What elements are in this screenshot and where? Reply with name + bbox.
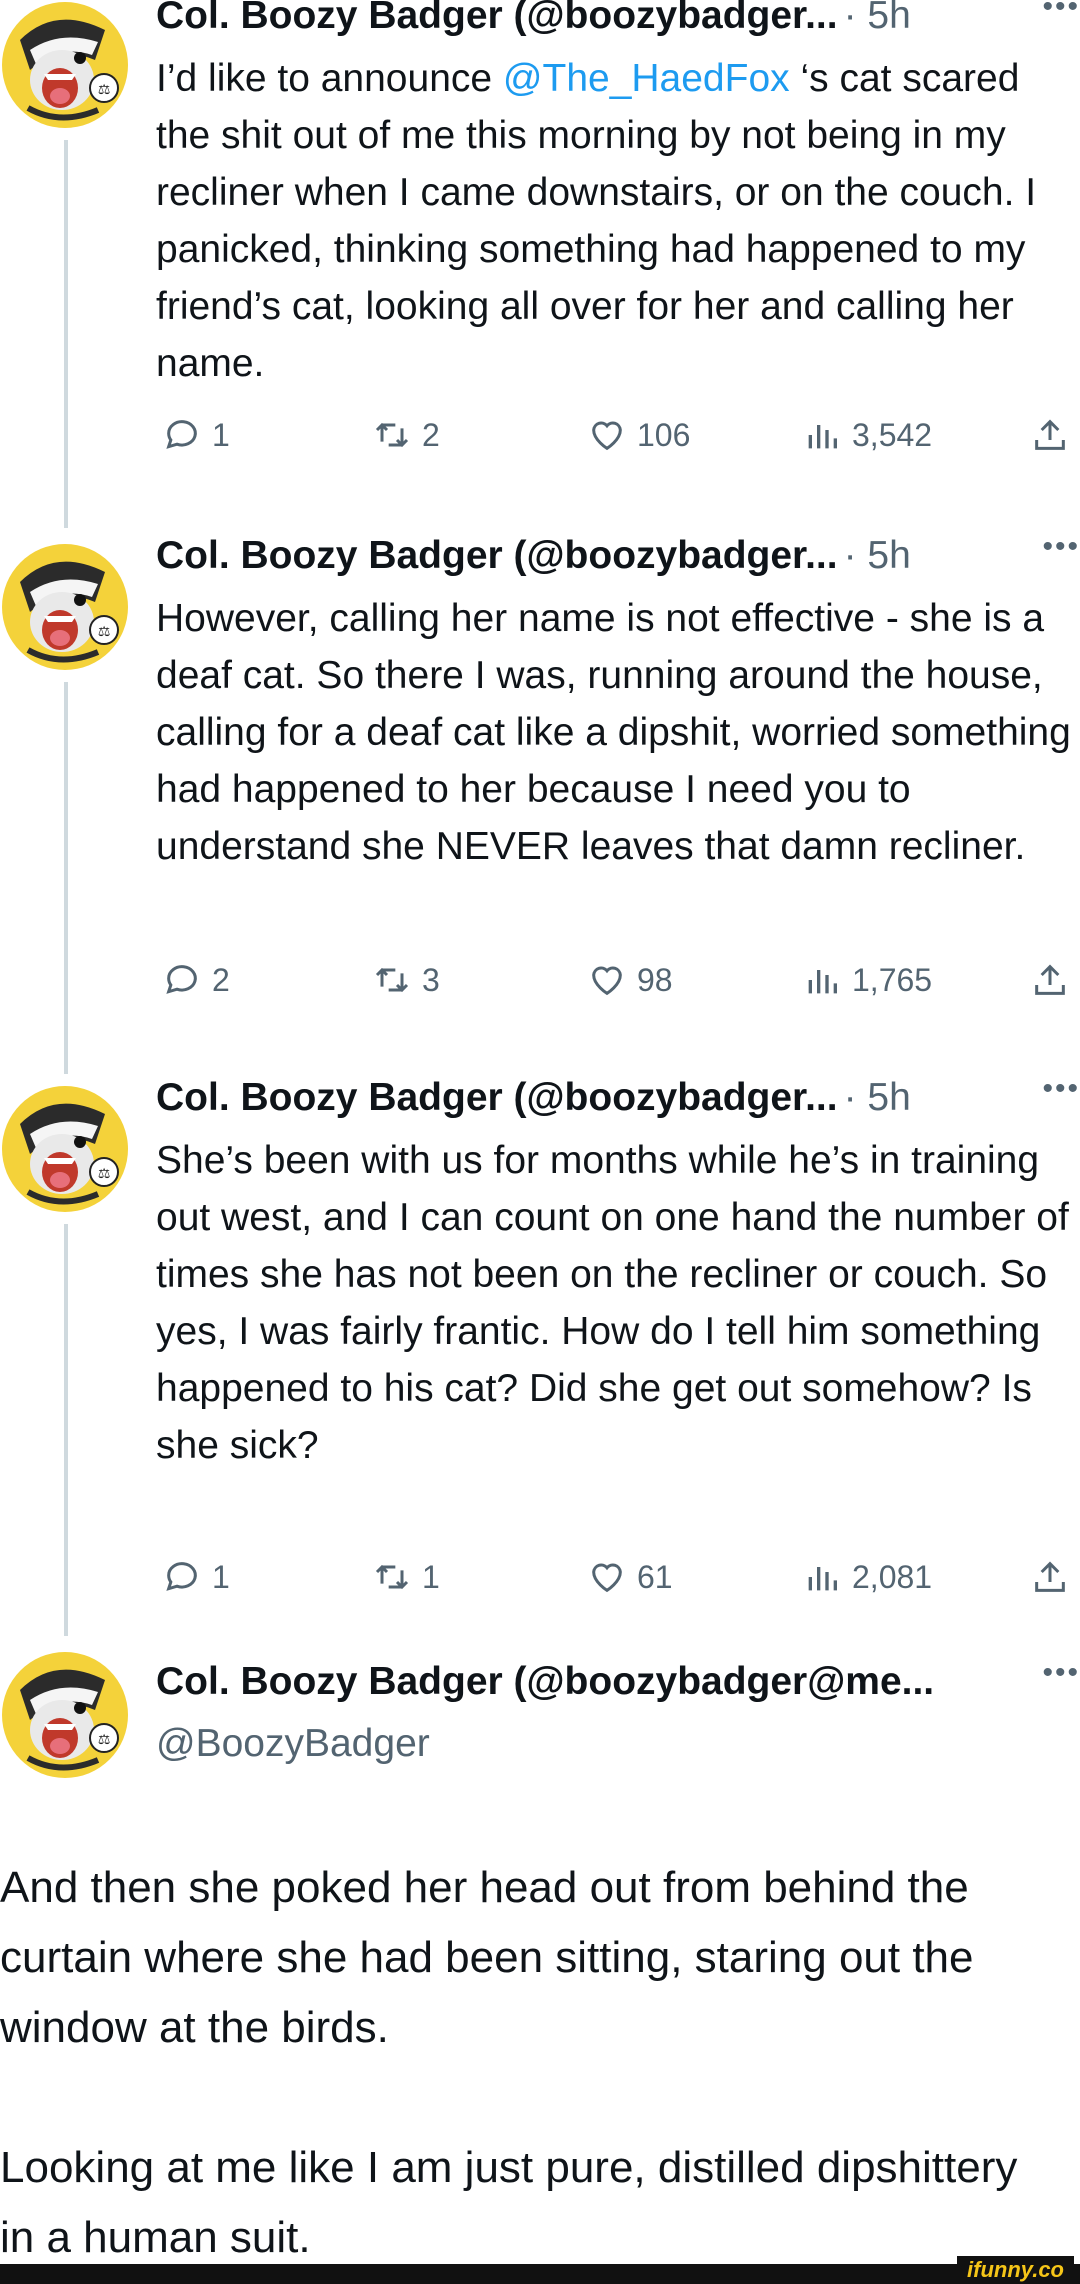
more-icon[interactable]: ••• <box>1042 1656 1080 1690</box>
share-icon <box>1035 964 1065 995</box>
tweet-text: However, calling her name is not effecti… <box>156 597 1071 868</box>
more-icon[interactable]: ••• <box>1042 1072 1080 1106</box>
reply-icon <box>166 420 197 449</box>
retweet-button[interactable]: 1 <box>372 1557 440 1597</box>
like-count: 61 <box>637 1558 673 1595</box>
like-icon <box>592 421 622 451</box>
views-button[interactable]: 2,081 <box>802 1557 932 1597</box>
share-icon <box>1035 1561 1065 1592</box>
footer-bar <box>0 2264 1080 2284</box>
timestamp[interactable]: · 5h <box>844 0 911 38</box>
tweet-text: I’d like to announce @The_HaedFox ‘s cat… <box>156 57 1037 385</box>
retweet-count: 3 <box>422 961 440 998</box>
reply-count: 1 <box>212 1558 230 1595</box>
share-button[interactable] <box>1030 1557 1070 1597</box>
retweet-icon <box>375 967 409 993</box>
thread-line <box>64 140 68 528</box>
reply-icon <box>166 965 197 994</box>
mention-link[interactable]: @The_HaedFox <box>503 57 790 100</box>
share-icon <box>1035 419 1065 450</box>
author-name[interactable]: Col. Boozy Badger (@boozybadger@me... <box>156 1660 934 1704</box>
thread-line <box>64 1224 68 1636</box>
avatar[interactable] <box>0 0 130 130</box>
timestamp[interactable]: · 5h <box>844 1076 911 1120</box>
reply-count: 1 <box>212 416 230 453</box>
like-count: 98 <box>637 961 673 998</box>
timestamp[interactable]: · 5h <box>844 534 911 578</box>
reply-button[interactable]: 2 <box>162 960 230 1000</box>
like-icon <box>592 1563 622 1593</box>
retweet-count: 1 <box>422 1558 440 1595</box>
author-handle[interactable]: @BoozyBadger <box>156 1716 1080 1772</box>
views-count: 2,081 <box>852 1558 933 1595</box>
views-icon <box>808 970 837 994</box>
tweet-text: She’s been with us for months while he’s… <box>156 1139 1069 1467</box>
reply-button[interactable]: 1 <box>162 415 230 455</box>
views-icon <box>808 425 837 449</box>
author-name[interactable]: Col. Boozy Badger (@boozybadger... <box>156 0 838 38</box>
more-icon[interactable]: ••• <box>1042 530 1080 564</box>
retweet-button[interactable]: 2 <box>372 415 440 455</box>
retweet-icon <box>375 422 409 448</box>
views-button[interactable]: 1,765 <box>802 960 932 1000</box>
like-button[interactable]: 106 <box>587 415 690 455</box>
tweet-text-paragraph-2: Looking at me like I am just pure, disti… <box>0 2143 1018 2262</box>
views-icon <box>808 1567 837 1591</box>
retweet-button[interactable]: 3 <box>372 960 440 1000</box>
tweet-text-paragraph-1: And then she poked her head out from beh… <box>0 1863 974 2052</box>
thread-line <box>64 682 68 1074</box>
like-icon <box>592 966 622 996</box>
share-button[interactable] <box>1030 415 1070 455</box>
avatar[interactable] <box>0 542 130 672</box>
avatar[interactable] <box>0 1650 130 1780</box>
like-count: 106 <box>637 416 691 453</box>
views-count: 1,765 <box>852 961 933 998</box>
share-button[interactable] <box>1030 960 1070 1000</box>
views-count: 3,542 <box>852 416 933 453</box>
retweet-icon <box>375 1564 409 1590</box>
more-icon[interactable]: ••• <box>1042 0 1080 24</box>
like-button[interactable]: 98 <box>587 960 673 1000</box>
author-name[interactable]: Col. Boozy Badger (@boozybadger... <box>156 534 838 578</box>
retweet-count: 2 <box>422 416 440 453</box>
reply-button[interactable]: 1 <box>162 1557 230 1597</box>
avatar[interactable] <box>0 1084 130 1214</box>
like-button[interactable]: 61 <box>587 1557 673 1597</box>
views-button[interactable]: 3,542 <box>802 415 932 455</box>
reply-count: 2 <box>212 961 230 998</box>
author-name[interactable]: Col. Boozy Badger (@boozybadger... <box>156 1076 838 1120</box>
reply-icon <box>166 1562 197 1591</box>
watermark: ifunny.co <box>957 2256 1074 2284</box>
